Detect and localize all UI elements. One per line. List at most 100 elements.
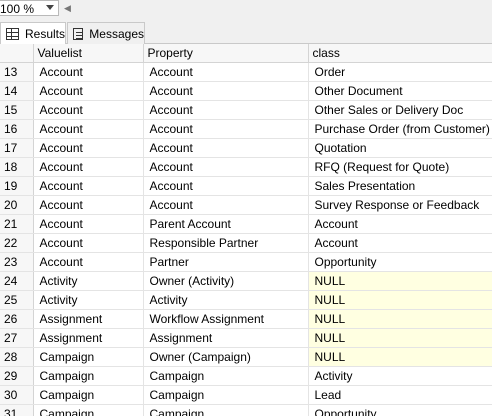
table-cell[interactable]: Account (143, 81, 309, 101)
table-cell[interactable]: Account (33, 81, 144, 101)
table-cell[interactable]: Activity (33, 290, 144, 310)
table-row[interactable]: 21 Account Parent Account Account (0, 214, 492, 234)
table-cell[interactable]: Assignment (143, 328, 309, 348)
table-cell[interactable]: Activity (33, 271, 144, 291)
row-number[interactable]: 17 (0, 138, 34, 158)
corner-header[interactable] (0, 44, 34, 63)
row-number[interactable]: 28 (0, 347, 34, 367)
table-cell[interactable]: Account (308, 233, 492, 253)
table-row[interactable]: 15 Account Account Other Sales or Delivery … (0, 100, 492, 120)
chevron-left-icon[interactable]: ◀ (64, 2, 73, 14)
table-cell[interactable]: Lead (308, 385, 492, 405)
table-cell[interactable]: Purchase Order (from Customer) (308, 119, 492, 139)
row-number[interactable]: 20 (0, 195, 34, 215)
row-number[interactable]: 13 (0, 62, 34, 82)
table-cell[interactable]: Order (308, 62, 492, 82)
table-cell[interactable]: Account (33, 138, 144, 158)
table-cell[interactable]: Campaign (143, 366, 309, 386)
table-row[interactable]: 28 Campaign Owner (Campaign) NULL (0, 347, 492, 367)
row-number[interactable]: 19 (0, 176, 34, 196)
table-row[interactable]: 31 Campaign Campaign Opportunity (0, 404, 492, 416)
table-cell[interactable]: Activity (143, 290, 309, 310)
table-cell[interactable]: Owner (Activity) (143, 271, 309, 291)
table-cell[interactable]: Activity (308, 366, 492, 386)
table-cell[interactable]: NULL (308, 309, 492, 329)
table-cell[interactable]: Account (308, 214, 492, 234)
table-cell[interactable]: Campaign (33, 385, 144, 405)
table-cell[interactable]: NULL (308, 290, 492, 310)
zoom-dropdown[interactable]: 100 % (0, 0, 59, 16)
row-number[interactable]: 25 (0, 290, 34, 310)
table-cell[interactable]: NULL (308, 347, 492, 367)
row-number[interactable]: 14 (0, 81, 34, 101)
column-header-class[interactable]: class (308, 44, 492, 63)
table-cell[interactable]: Parent Account (143, 214, 309, 234)
table-cell[interactable]: NULL (308, 328, 492, 348)
table-cell[interactable]: RFQ (Request for Quote) (308, 157, 492, 177)
table-cell[interactable]: Campaign (33, 404, 144, 416)
table-row[interactable]: 19 Account Account Sales Presentation (0, 176, 492, 196)
table-row[interactable]: 29 Campaign Campaign Activity (0, 366, 492, 386)
column-header-property[interactable]: Property (143, 44, 309, 63)
row-number[interactable]: 22 (0, 233, 34, 253)
table-cell[interactable]: Survey Response or Feedback (308, 195, 492, 215)
results-grid[interactable]: Valuelist Property class 13 Account Accoun… (0, 44, 492, 416)
table-cell[interactable]: NULL (308, 271, 492, 291)
table-cell[interactable]: Opportunity (308, 252, 492, 272)
table-cell[interactable]: Account (33, 176, 144, 196)
table-row[interactable]: 22 Account Responsible Partner Account (0, 233, 492, 253)
table-row[interactable]: 14 Account Account Other Document (0, 81, 492, 101)
table-cell[interactable]: Other Sales or Delivery Doc (308, 100, 492, 120)
tab-messages[interactable]: Messages (67, 22, 145, 44)
row-number[interactable]: 29 (0, 366, 34, 386)
table-cell[interactable]: Account (143, 62, 309, 82)
table-row[interactable]: 18 Account Account RFQ (Request for Quote) (0, 157, 492, 177)
table-cell[interactable]: Account (33, 233, 144, 253)
table-cell[interactable]: Account (33, 157, 144, 177)
table-cell[interactable]: Owner (Campaign) (143, 347, 309, 367)
row-number[interactable]: 27 (0, 328, 34, 348)
table-row[interactable]: 16 Account Account Purchase Order (from Cus… (0, 119, 492, 139)
table-row[interactable]: 26 Assignment Workflow Assignment NULL (0, 309, 492, 329)
table-row[interactable]: 24 Activity Owner (Activity) NULL (0, 271, 492, 291)
table-cell[interactable]: Campaign (33, 347, 144, 367)
table-row[interactable]: 13 Account Account Order (0, 62, 492, 82)
table-cell[interactable]: Other Document (308, 81, 492, 101)
table-row[interactable]: 23 Account Partner Opportunity (0, 252, 492, 272)
table-cell[interactable]: Quotation (308, 138, 492, 158)
column-header-valuelist[interactable]: Valuelist (33, 44, 144, 63)
row-number[interactable]: 26 (0, 309, 34, 329)
row-number[interactable]: 16 (0, 119, 34, 139)
table-cell[interactable]: Account (143, 157, 309, 177)
table-cell[interactable]: Workflow Assignment (143, 309, 309, 329)
table-cell[interactable]: Account (143, 138, 309, 158)
row-number[interactable]: 21 (0, 214, 34, 234)
tab-results[interactable]: Results (0, 22, 66, 45)
table-row[interactable]: 30 Campaign Campaign Lead (0, 385, 492, 405)
table-cell[interactable]: Campaign (33, 366, 144, 386)
table-cell[interactable]: Sales Presentation (308, 176, 492, 196)
table-row[interactable]: 17 Account Account Quotation (0, 138, 492, 158)
table-cell[interactable]: Responsible Partner (143, 233, 309, 253)
table-cell[interactable]: Campaign (143, 385, 309, 405)
table-row[interactable]: 27 Assignment Assignment NULL (0, 328, 492, 348)
row-number[interactable]: 15 (0, 100, 34, 120)
table-cell[interactable]: Account (33, 62, 144, 82)
table-cell[interactable]: Account (143, 176, 309, 196)
table-cell[interactable]: Campaign (143, 404, 309, 416)
row-number[interactable]: 23 (0, 252, 34, 272)
table-row[interactable]: 25 Activity Activity NULL (0, 290, 492, 310)
table-cell[interactable]: Account (143, 100, 309, 120)
table-row[interactable]: 20 Account Account Survey Response or Feedb… (0, 195, 492, 215)
table-cell[interactable]: Partner (143, 252, 309, 272)
row-number[interactable]: 18 (0, 157, 34, 177)
table-cell[interactable]: Account (143, 195, 309, 215)
row-number[interactable]: 31 (0, 404, 34, 416)
table-cell[interactable]: Assignment (33, 309, 144, 329)
row-number[interactable]: 30 (0, 385, 34, 405)
table-cell[interactable]: Account (143, 119, 309, 139)
table-cell[interactable]: Account (33, 195, 144, 215)
table-cell[interactable]: Account (33, 100, 144, 120)
table-cell[interactable]: Assignment (33, 328, 144, 348)
row-number[interactable]: 24 (0, 271, 34, 291)
